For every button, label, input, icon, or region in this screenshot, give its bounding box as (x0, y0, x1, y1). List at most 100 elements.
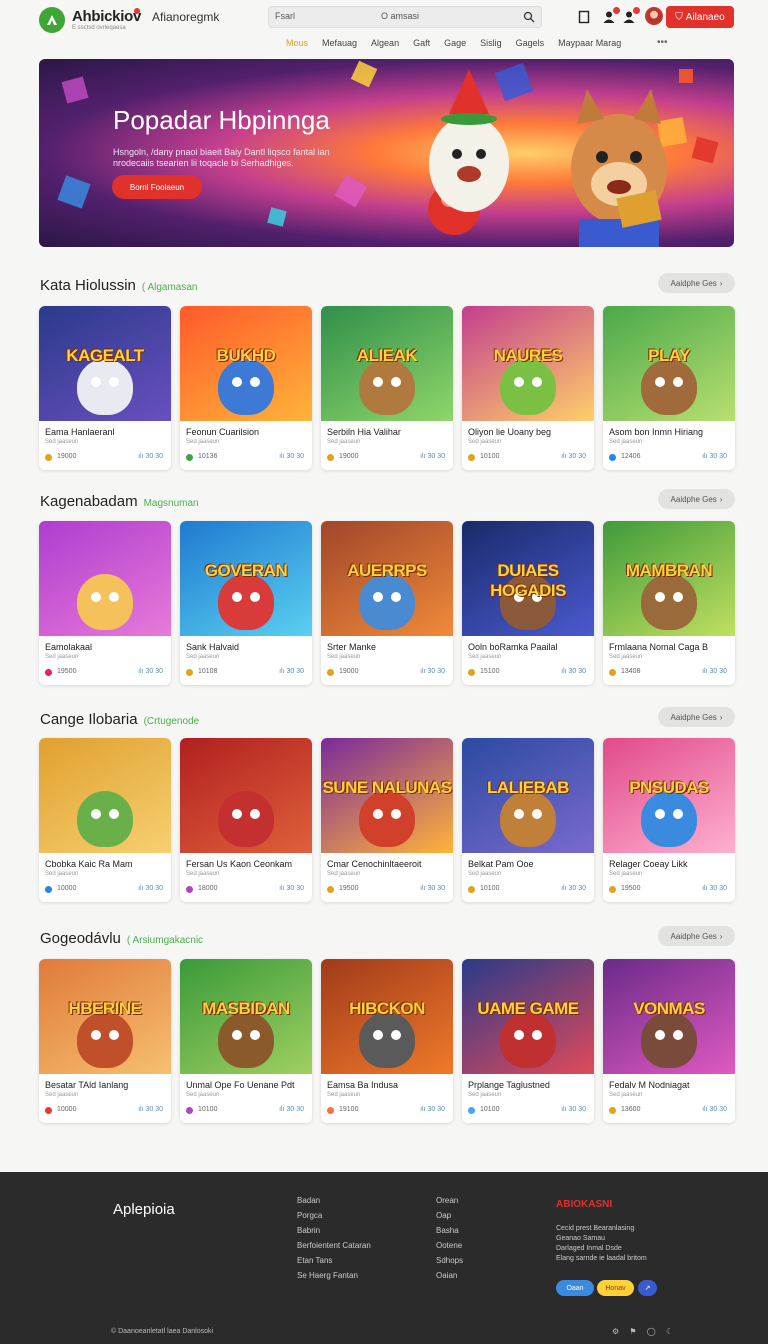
game-title[interactable]: Frmlaana Nomal Caga B (609, 642, 708, 652)
social-icons[interactable]: ⚙ ⚑ ◯ ☾ (612, 1327, 677, 1336)
game-thumbnail[interactable]: DUIAES HOGADIS (462, 521, 594, 636)
search-bar[interactable]: Fsarl O amsasi (268, 6, 542, 28)
footer-brand[interactable]: Aplepioia (113, 1201, 175, 1218)
game-card[interactable]: LALIEBAB Belkat Pam Ooe Sed jaaseun 10100 ıl… (462, 738, 594, 902)
nav-more-button[interactable]: ••• (657, 37, 668, 48)
footer-link[interactable]: Sdhops (436, 1256, 463, 1265)
game-thumbnail[interactable]: ALIEAK (321, 306, 453, 421)
game-title[interactable]: Eamsa Ba Indusa (327, 1080, 398, 1090)
group-icon[interactable] (622, 7, 640, 24)
game-title[interactable]: Sank Halvaid (186, 642, 239, 652)
game-thumbnail[interactable]: PNSUDAS (603, 738, 735, 853)
game-title[interactable]: Serbiln Hia Valihar (327, 427, 401, 437)
game-thumbnail[interactable] (180, 738, 312, 853)
game-card[interactable]: PLAY Asom bon Inmn Hiriang Sed jaaseun 1240… (603, 306, 735, 470)
footer-link[interactable]: Se Haerg Fantan (297, 1271, 371, 1280)
game-thumbnail[interactable]: UAME GAME (462, 959, 594, 1074)
game-thumbnail[interactable]: VONMAS (603, 959, 735, 1074)
game-title[interactable]: Eamolakaal (45, 642, 92, 652)
game-title[interactable]: Srter Manke (327, 642, 376, 652)
footer-link[interactable]: Berfoientent Cataran (297, 1241, 371, 1250)
footer-link[interactable]: Ootene (436, 1241, 463, 1250)
game-card[interactable]: DUIAES HOGADIS Ooln boRamka Paailal Sed ja… (462, 521, 594, 685)
avatar[interactable] (645, 7, 663, 25)
nav-item[interactable]: Algean (371, 38, 399, 52)
game-thumbnail[interactable]: KAGEALT (39, 306, 171, 421)
game-card[interactable]: HBERINE Besatar TAld Ianlang Sed jaaseun 10… (39, 959, 171, 1123)
search-input[interactable]: Fsarl (275, 11, 295, 21)
game-title[interactable]: Cbobka Kaic Ra Mam (45, 859, 133, 869)
game-title[interactable]: Ooln boRamka Paailal (468, 642, 558, 652)
game-thumbnail[interactable]: MAMBRAN (603, 521, 735, 636)
hero-banner[interactable]: Popadar Hbpinnga Hsngoln, /dany pnaoi bi… (39, 59, 734, 247)
footer-link[interactable]: Basha (436, 1226, 463, 1235)
see-all-button[interactable]: Aaidphe Ges › (658, 489, 735, 509)
game-thumbnail[interactable] (39, 738, 171, 853)
footer-link[interactable]: Babrin (297, 1226, 371, 1235)
game-title[interactable]: Unmal Ope Fo Uenane Pdt (186, 1080, 295, 1090)
nav-item[interactable]: Maypaar Marag (558, 38, 621, 52)
nav-item[interactable]: Mous (286, 38, 308, 52)
see-all-button[interactable]: Aaidphe Ges › (658, 273, 735, 293)
game-card[interactable]: Fersan Us Kaon Ceonkam Sed jaaseun 18000 ıl… (180, 738, 312, 902)
game-thumbnail[interactable]: HBERINE (39, 959, 171, 1074)
see-all-button[interactable]: Aaidphe Ges › (658, 926, 735, 946)
footer-link[interactable]: Etan Tans (297, 1256, 371, 1265)
game-title[interactable]: Eama Hanlaeranl (45, 427, 115, 437)
game-card[interactable]: Eamolakaal Sed jaaseun 19500 ılı 30 30 (39, 521, 171, 685)
game-thumbnail[interactable]: AUERRPS (321, 521, 453, 636)
game-card[interactable]: MASBIDAN Unmal Ope Fo Uenane Pdt Sed jaase… (180, 959, 312, 1123)
game-title[interactable]: Fedalv M Nodniagat (609, 1080, 690, 1090)
game-card[interactable]: PNSUDAS Relager Coeay Likk Sed jaaseun 1950… (603, 738, 735, 902)
game-thumbnail[interactable]: LALIEBAB (462, 738, 594, 853)
game-card[interactable]: AUERRPS Srter Manke Sed jaaseun 19000 ılı 30… (321, 521, 453, 685)
game-card[interactable]: KAGEALT Eama Hanlaeranl Sed jaaseun 19000 ıl… (39, 306, 171, 470)
game-card[interactable]: HIBCKON Eamsa Ba Indusa Sed jaaseun 19100 ıl… (321, 959, 453, 1123)
footer-button-secondary[interactable]: Honav (597, 1280, 634, 1296)
game-card[interactable]: SUNE NALUNAS Cmar Cenochinltaeeroit Sed ja… (321, 738, 453, 902)
game-title[interactable]: Besatar TAld Ianlang (45, 1080, 128, 1090)
nav-item[interactable]: Gaft (413, 38, 430, 52)
search-icon[interactable] (523, 11, 535, 23)
game-card[interactable]: MAMBRAN Frmlaana Nomal Caga B Sed jaaseun 1… (603, 521, 735, 685)
game-thumbnail[interactable]: BUKHD (180, 306, 312, 421)
game-card[interactable]: NAURES Oliyon lie Uoany beg Sed jaaseun 101… (462, 306, 594, 470)
game-title[interactable]: Asom bon Inmn Hiriang (609, 427, 703, 437)
tablet-icon[interactable] (577, 10, 591, 24)
nav-item[interactable]: Gagels (516, 38, 545, 52)
game-thumbnail[interactable]: NAURES (462, 306, 594, 421)
game-thumbnail[interactable]: GOVERAN (180, 521, 312, 636)
game-title[interactable]: Oliyon lie Uoany beg (468, 427, 551, 437)
game-card[interactable]: BUKHD Feonun Cuarilsion Sed jaaseun 10136 ıl… (180, 306, 312, 470)
footer-link[interactable]: Badan (297, 1196, 371, 1205)
nav-item[interactable]: Sislig (480, 38, 502, 52)
footer-link[interactable]: Oaian (436, 1271, 463, 1280)
game-title[interactable]: Feonun Cuarilsion (186, 427, 259, 437)
footer-link[interactable]: Orean (436, 1196, 463, 1205)
game-title[interactable]: Cmar Cenochinltaeeroit (327, 859, 422, 869)
game-title[interactable]: Prplange Taglustned (468, 1080, 550, 1090)
game-card[interactable]: UAME GAME Prplange Taglustned Sed jaaseun 1… (462, 959, 594, 1123)
footer-link[interactable]: Oap (436, 1211, 463, 1220)
logo-icon[interactable] (39, 7, 65, 33)
game-card[interactable]: GOVERAN Sank Halvaid Sed jaaseun 10108 ılı 3… (180, 521, 312, 685)
user-icon[interactable] (602, 7, 620, 24)
game-thumbnail[interactable]: HIBCKON (321, 959, 453, 1074)
signin-button[interactable]: ⛉ Ailanaeo (666, 6, 734, 28)
game-title[interactable]: Belkat Pam Ooe (468, 859, 534, 869)
footer-link[interactable]: Porgca (297, 1211, 371, 1220)
game-title[interactable]: Relager Coeay Likk (609, 859, 688, 869)
footer-share-icon[interactable]: ↗ (638, 1280, 657, 1296)
game-thumbnail[interactable]: MASBIDAN (180, 959, 312, 1074)
game-card[interactable]: Cbobka Kaic Ra Mam Sed jaaseun 10000 ılı 30… (39, 738, 171, 902)
game-thumbnail[interactable]: SUNE NALUNAS (321, 738, 453, 853)
game-card[interactable]: ALIEAK Serbiln Hia Valihar Sed jaaseun 1900… (321, 306, 453, 470)
see-all-button[interactable]: Aaidphe Ges › (658, 707, 735, 727)
game-thumbnail[interactable] (39, 521, 171, 636)
game-title[interactable]: Fersan Us Kaon Ceonkam (186, 859, 292, 869)
hero-cta-button[interactable]: Bornl Foolaeun (112, 175, 202, 199)
game-card[interactable]: VONMAS Fedalv M Nodniagat Sed jaaseun 13600… (603, 959, 735, 1123)
nav-item[interactable]: Gage (444, 38, 466, 52)
nav-item[interactable]: Mefauag (322, 38, 357, 52)
game-thumbnail[interactable]: PLAY (603, 306, 735, 421)
